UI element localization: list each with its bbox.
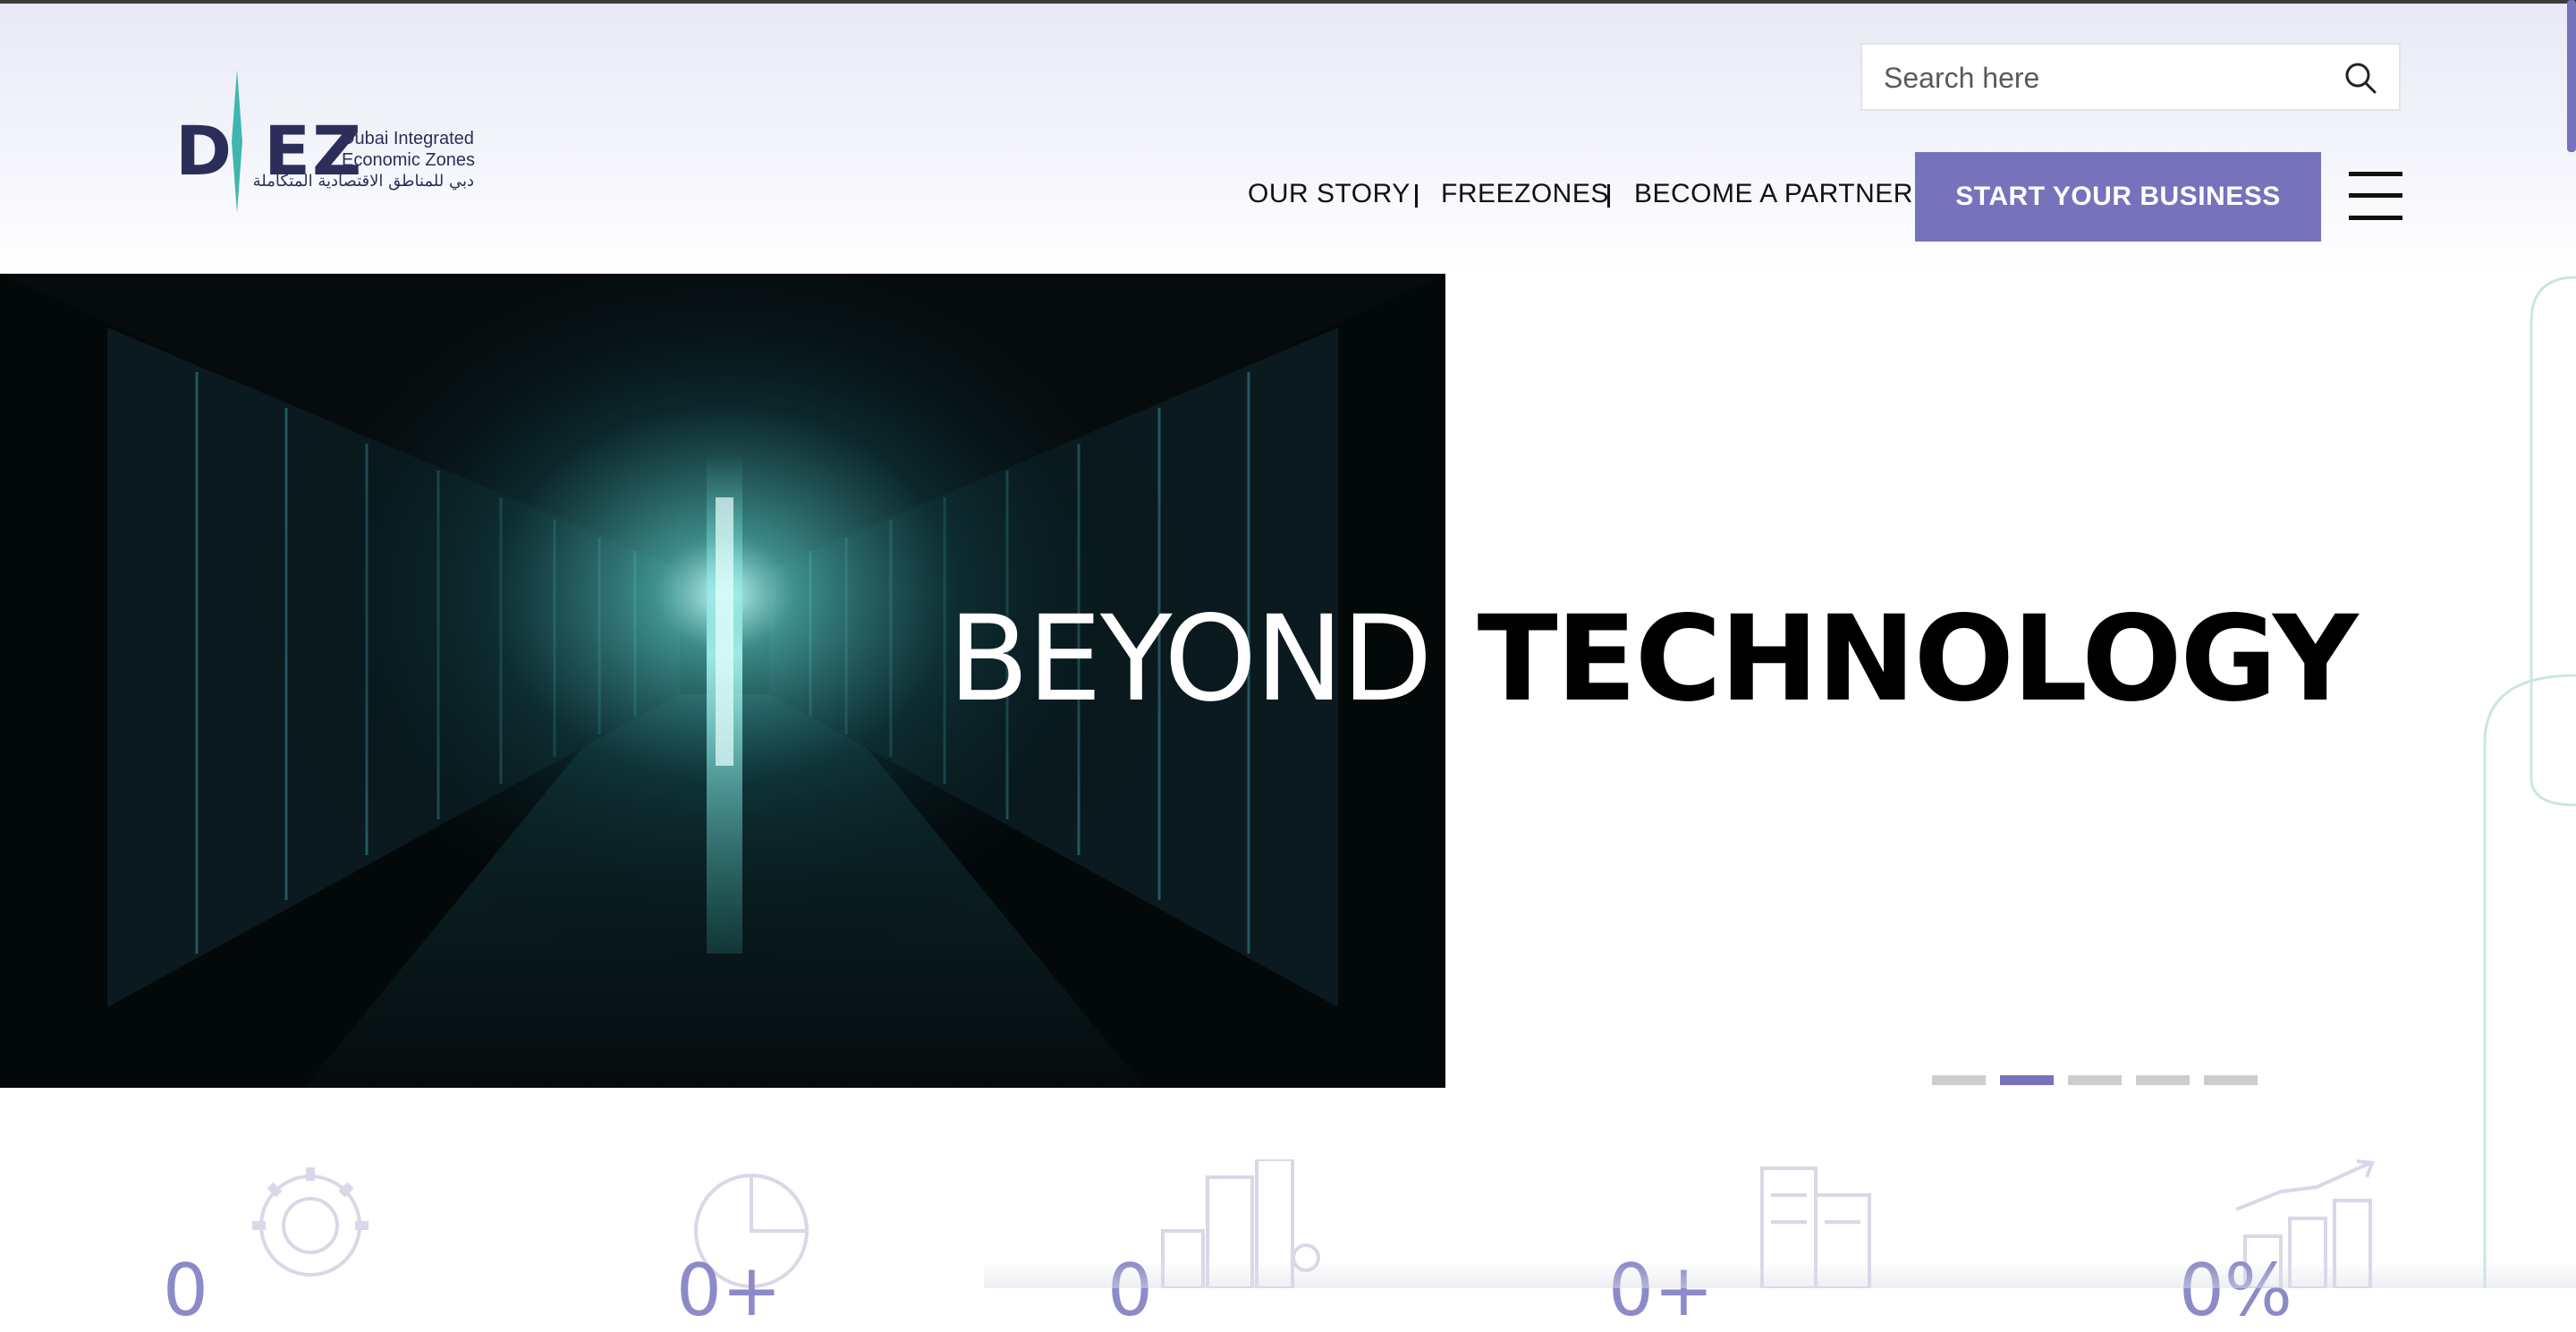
nav-become-a-partner[interactable]: BECOME A PARTNER — [1634, 179, 1913, 209]
nav-separator — [1415, 184, 1418, 208]
scrollbar-thumb[interactable] — [2567, 0, 2576, 152]
diez-logo[interactable]: D EZ Dubai Integrated Economic Zones دبي … — [175, 70, 479, 213]
bottom-shadow — [984, 1261, 2576, 1288]
logo-text-line1: Dubai Integrated — [342, 129, 474, 148]
search-input[interactable] — [1882, 45, 2333, 111]
nav-separator — [1607, 184, 1610, 208]
nav-freezones[interactable]: FREEZONES — [1441, 179, 1609, 209]
slide-dot-2[interactable] — [2000, 1075, 2054, 1085]
start-your-business-button[interactable]: START YOUR BUSINESS — [1915, 152, 2321, 242]
logo-text-arabic: دبي للمناطق الاقتصادية المتكاملة — [252, 172, 474, 191]
slide-dot-4[interactable] — [2136, 1075, 2190, 1085]
site-header: D EZ Dubai Integrated Economic Zones دبي … — [0, 4, 2576, 274]
hero-title-bold: TECHNOLOGY — [1477, 590, 2359, 728]
search-icon[interactable] — [2343, 61, 2377, 95]
gear-people-icon — [252, 1167, 369, 1277]
slide-dot-1[interactable] — [1932, 1075, 1986, 1085]
slide-dot-3[interactable] — [2068, 1075, 2122, 1085]
slide-dot-5[interactable] — [2204, 1075, 2258, 1085]
stat-value-2: 0+ — [676, 1249, 782, 1332]
hamburger-menu-icon[interactable] — [2349, 172, 2402, 220]
logo-text-line2: Economic Zones — [342, 150, 475, 170]
stat-value-1: 0 — [163, 1249, 208, 1332]
search-box — [1860, 43, 2401, 111]
hero-title-light: BEYOND — [948, 590, 1433, 728]
stats-row: 0 0+ 0 0+ 0% — [0, 1088, 2576, 1332]
nav-our-story[interactable]: OUR STORY — [1248, 179, 1411, 209]
hero-title: BEYOND TECHNOLOGY — [948, 590, 2359, 734]
